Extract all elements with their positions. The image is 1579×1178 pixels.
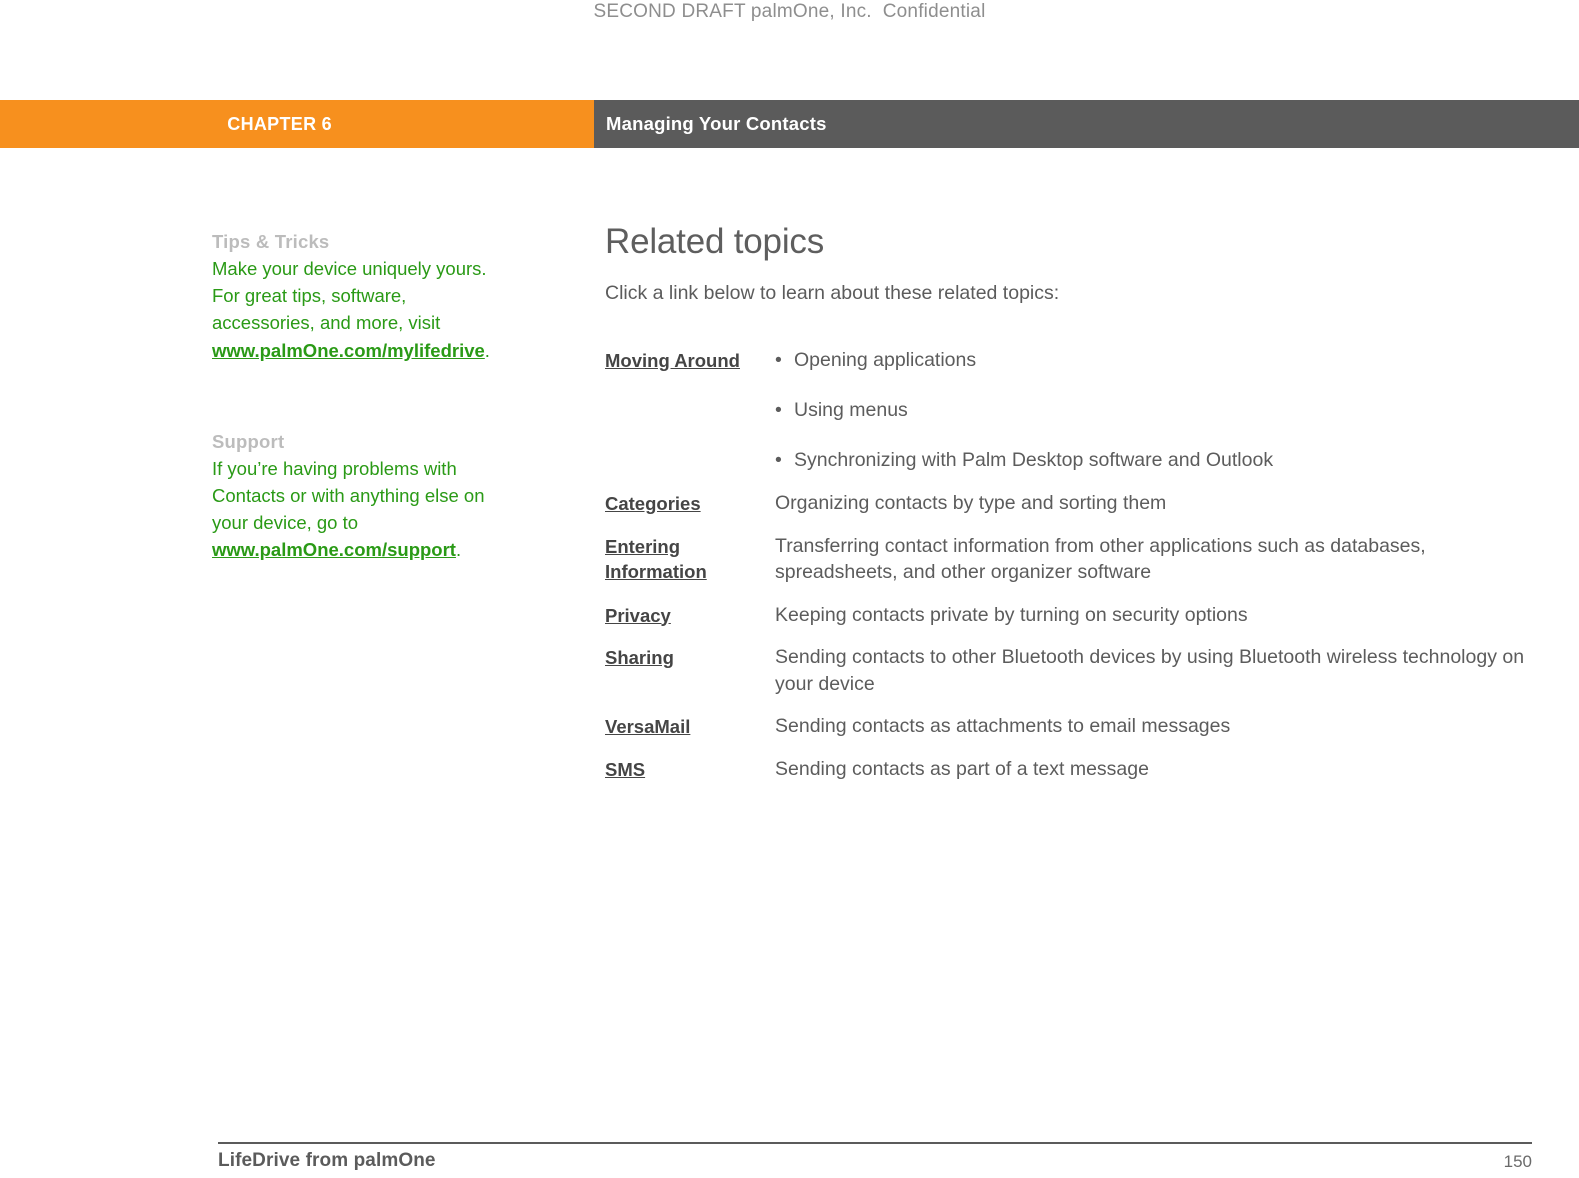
bullet-icon: • — [775, 399, 782, 421]
topic-link-cell: SMS — [605, 755, 775, 782]
table-row: Privacy Keeping contacts private by turn… — [605, 601, 1545, 629]
draft-watermark-header: SECOND DRAFT palmOne, Inc. Confidential — [593, 1, 986, 22]
footer-product-name: LifeDrive from palmOne — [218, 1150, 436, 1171]
list-item-label: Opening applications — [794, 349, 977, 371]
sidebar-text-tips: Make your device uniquely yours. For gre… — [212, 255, 502, 364]
sidebar-support-text-before: If you’re having problems with Contacts … — [212, 457, 485, 534]
footer-page-number: 150 — [1503, 1152, 1532, 1171]
topic-link-cell: Categories — [605, 489, 775, 516]
list-item: • Opening applications — [775, 347, 1545, 373]
topic-link-cell: VersaMail — [605, 712, 775, 739]
sidebar-support-text-after: . — [455, 539, 462, 561]
sidebar-tips-text-after: . — [484, 339, 490, 361]
topic-description-cell: Keeping contacts private by turning on s… — [775, 603, 1248, 626]
topic-link-privacy[interactable]: Privacy — [605, 605, 671, 626]
topic-description-cell: Transferring contact information from ot… — [775, 534, 1426, 584]
list-item-label: Using menus — [794, 399, 908, 421]
topic-bullet-list: • Opening applications • Using menus • Sync… — [775, 347, 1545, 473]
sidebar-heading-support: Support — [212, 430, 285, 452]
footer-divider — [218, 1142, 1532, 1144]
table-row: Categories Organizing contacts by type a… — [605, 489, 1545, 517]
sidebar-heading-tips: Tips & Tricks — [212, 231, 330, 252]
bullet-icon: • — [775, 449, 782, 471]
topic-description-cell: • Opening applications • Using menus • Sync… — [775, 346, 1545, 473]
topic-link-cell: Entering Information — [605, 532, 775, 584]
list-item: • Using menus — [775, 397, 1545, 423]
topic-link-categories[interactable]: Categories — [605, 493, 701, 514]
topic-description-cell: Sending contacts as attachments to email… — [775, 715, 1231, 737]
topic-link-cell: Moving Around — [605, 346, 775, 373]
topic-link-sms[interactable]: SMS — [605, 759, 645, 780]
topic-description-cell: Sending contacts as part of a text messa… — [775, 757, 1149, 780]
table-row: VersaMail Sending contacts as attachment… — [605, 712, 1545, 740]
page-title: Related topics — [605, 222, 824, 261]
table-row: Moving Around • Opening applications • Usi… — [605, 346, 1545, 473]
related-topics-table: Moving Around • Opening applications • Usi… — [605, 346, 1545, 782]
table-row: SMS Sending contacts as part of a text m… — [605, 755, 1545, 783]
table-row: Entering Information Transferring contac… — [605, 532, 1545, 586]
topic-link-cell: Privacy — [605, 601, 775, 628]
topic-description-cell: Sending contacts to other Bluetooth devi… — [775, 646, 1525, 695]
list-item: • Synchronizing with Palm Desktop softwar… — [775, 447, 1545, 473]
topic-link-versamail[interactable]: VersaMail — [605, 716, 690, 737]
chapter-title-label: Managing Your Contacts — [606, 113, 827, 134]
chapter-number-label: CHAPTER 6 — [227, 113, 332, 134]
list-item-label: Synchronizing with Palm Desktop software… — [794, 449, 1274, 471]
sidebar-link-mylifedrive[interactable]: www.palmOne.com/mylifedrive — [212, 340, 485, 361]
topic-link-moving-around[interactable]: Moving Around — [605, 350, 740, 371]
sidebar-tips-text-before: Make your device uniquely yours. For gre… — [212, 258, 487, 334]
sidebar-link-support[interactable]: www.palmOne.com/support — [212, 539, 456, 560]
table-row: Sharing Sending contacts to other Blueto… — [605, 643, 1545, 697]
sidebar-text-support: If you’re having problems with Contacts … — [212, 455, 502, 564]
intro-paragraph: Click a link below to learn about these … — [605, 282, 1060, 304]
topic-description-cell: Organizing contacts by type and sorting … — [775, 492, 1167, 514]
chapter-number-band: CHAPTER 6 — [0, 100, 594, 148]
chapter-title-band: Managing Your Contacts — [594, 100, 1579, 148]
sidebar: Tips & Tricks Make your device uniquely … — [212, 228, 512, 564]
sidebar-block-tips: Tips & Tricks Make your device uniquely … — [212, 228, 512, 364]
chapter-bar: CHAPTER 6 Managing Your Contacts — [0, 100, 1579, 148]
topic-link-sharing[interactable]: Sharing — [605, 647, 674, 668]
bullet-icon: • — [775, 349, 782, 371]
sidebar-block-support: Support If you’re having problems with C… — [212, 428, 512, 564]
topic-link-entering-information[interactable]: Entering Information — [605, 536, 707, 582]
topic-link-cell: Sharing — [605, 643, 775, 670]
main-content: Related topics Click a link below to lea… — [605, 222, 1545, 797]
